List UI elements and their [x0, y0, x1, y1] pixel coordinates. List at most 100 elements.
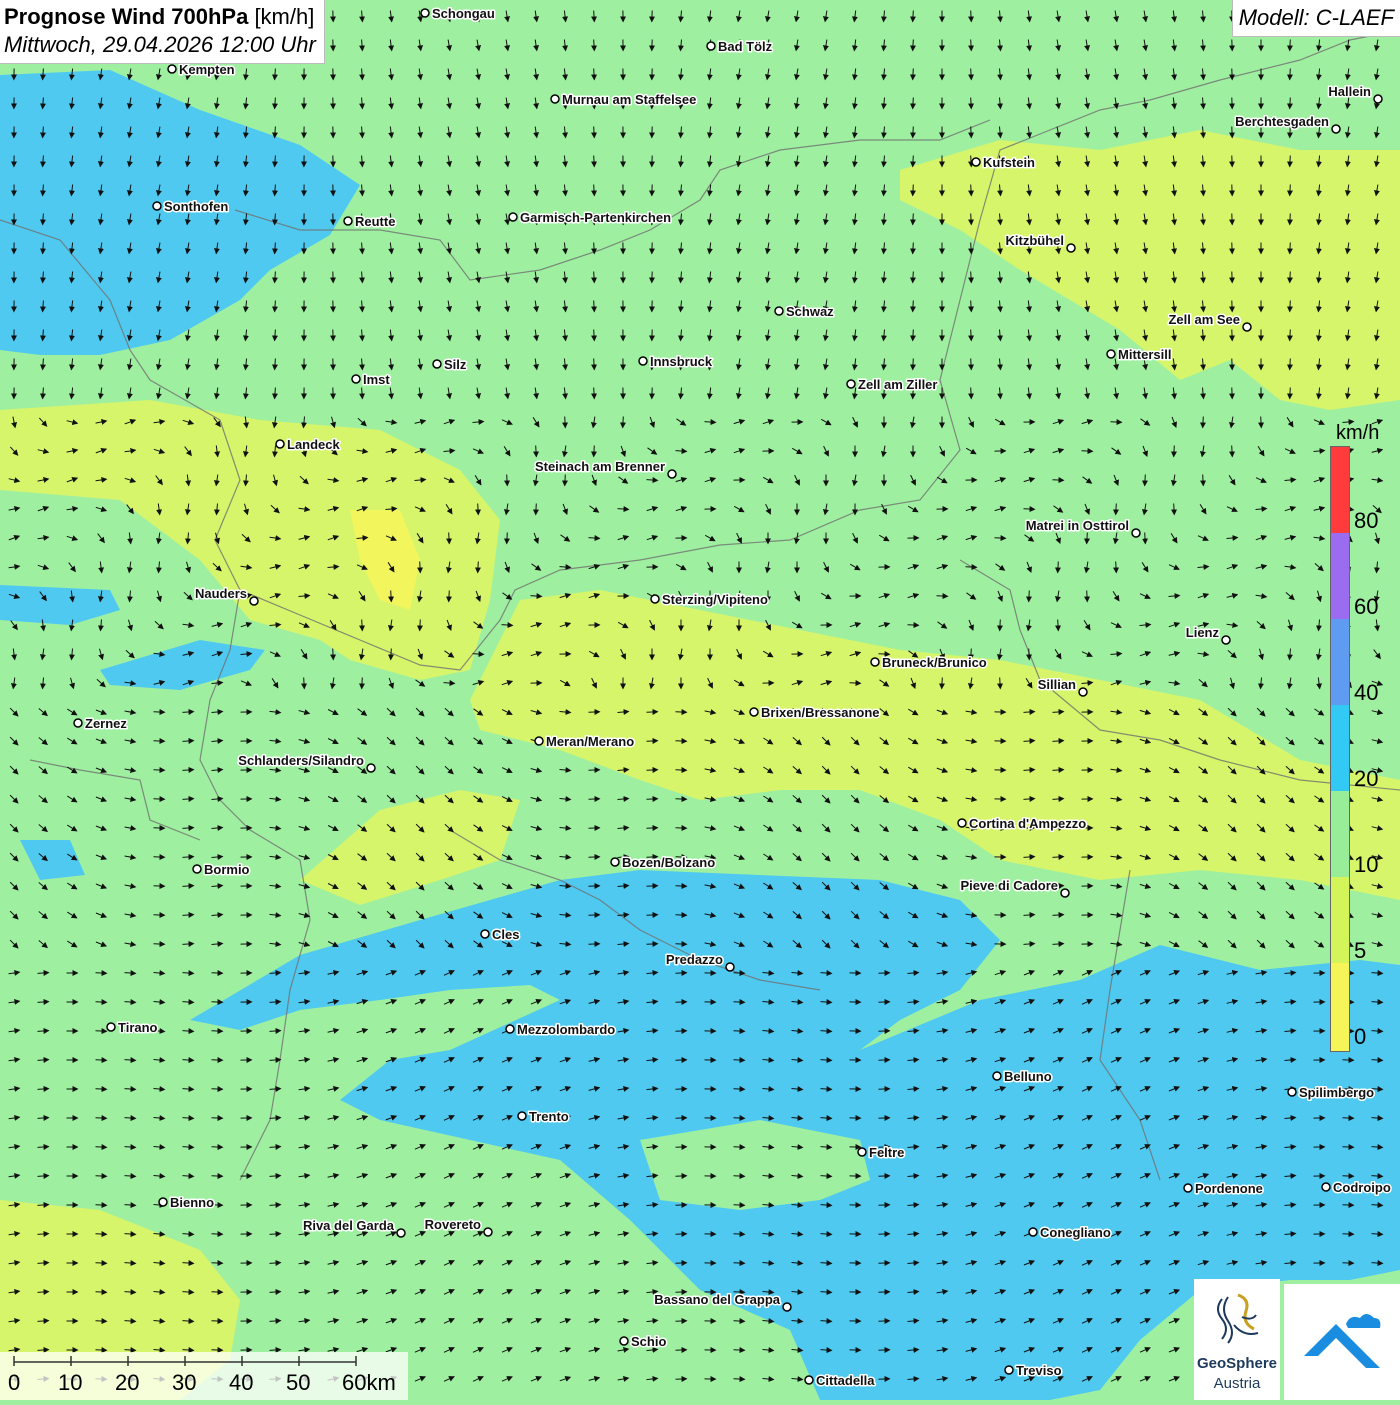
map-title: Prognose Wind 700hPa [km/h]	[4, 3, 316, 31]
legend-label-5: 5	[1354, 938, 1366, 964]
wind-arrow	[647, 944, 658, 945]
city-dot	[620, 1337, 628, 1345]
wind-arrow	[734, 1321, 745, 1322]
wind-arrow	[1174, 504, 1175, 515]
wind-arrow	[362, 678, 363, 689]
wind-arrow	[971, 98, 972, 109]
city-dot	[107, 1023, 115, 1031]
legend-label-0: 0	[1354, 1024, 1366, 1050]
wind-arrow	[96, 973, 107, 974]
city-label: Riva del Garda	[303, 1218, 395, 1233]
wind-arrow	[594, 11, 595, 22]
city-marker: Codroipo	[1322, 1180, 1391, 1195]
city-dot	[518, 1112, 526, 1120]
wind-arrow	[1029, 591, 1030, 602]
wind-arrow	[1116, 562, 1117, 573]
wind-arrow	[913, 359, 914, 370]
wind-arrow	[1145, 533, 1146, 544]
wind-arrow	[971, 388, 972, 399]
wind-arrow	[734, 1263, 745, 1264]
wind-arrow	[971, 127, 972, 138]
city-label: Hallein	[1328, 84, 1371, 99]
wind-arrow	[971, 214, 972, 225]
wind-arrow	[536, 504, 537, 515]
wind-arrow	[995, 538, 1006, 539]
wind-arrow	[96, 1089, 107, 1090]
wind-arrow	[647, 828, 658, 829]
city-dot	[159, 1198, 167, 1206]
city-label: Bozen/Bolzano	[622, 855, 715, 870]
wind-arrow	[647, 799, 658, 800]
city-dot	[344, 217, 352, 225]
city-label: Landeck	[287, 437, 341, 452]
wind-arrow	[96, 1263, 107, 1264]
legend-segment-80	[1331, 447, 1349, 533]
wind-arrow	[449, 591, 450, 602]
city-dot	[509, 213, 517, 221]
city-label: Kitzbühel	[1006, 233, 1065, 248]
wind-arrow	[594, 185, 595, 196]
wind-arrow	[913, 330, 914, 341]
legend-segment-40	[1331, 619, 1349, 705]
wind-arrow	[1087, 591, 1088, 602]
wind-arrow	[594, 156, 595, 167]
legend-label-80: 80	[1354, 508, 1378, 534]
app-logo[interactable]	[1284, 1284, 1400, 1400]
wind-arrow	[913, 11, 914, 22]
wind-arrow	[565, 417, 566, 428]
city-dot	[551, 95, 559, 103]
city-marker: Schongau	[421, 6, 495, 21]
city-label: Codroipo	[1333, 1180, 1391, 1195]
wind-arrow	[594, 40, 595, 51]
geosphere-logo[interactable]: GeoSphere Austria	[1194, 1279, 1280, 1400]
wind-arrow	[1024, 509, 1035, 510]
legend-unit: km/h	[1336, 422, 1379, 445]
wind-arrow	[647, 886, 658, 887]
wind-arrow	[1053, 480, 1064, 481]
wind-arrow	[1290, 185, 1291, 196]
city-dot	[993, 1072, 1001, 1080]
legend-label-20: 20	[1354, 766, 1378, 792]
app-logo-icon	[1284, 1284, 1400, 1400]
color-legend: km/h 80 60 40 20 10 5 0	[1326, 420, 1400, 1060]
city-marker: Garmisch-Partenkirchen	[509, 210, 671, 225]
city-marker: Sterzing/Vipiteno	[651, 592, 768, 607]
city-label: Mezzolombardo	[517, 1022, 615, 1037]
wind-arrow	[594, 359, 595, 370]
wind-arrow	[647, 770, 658, 771]
wind-arrow	[734, 973, 745, 974]
wind-arrow	[971, 69, 972, 80]
wind-arrow	[971, 272, 972, 283]
wind-arrow	[96, 1205, 107, 1206]
wind-arrow	[96, 1176, 107, 1177]
wind-arrow	[1058, 620, 1059, 631]
city-label: Bassano del Grappa	[654, 1292, 780, 1307]
city-dot	[1322, 1183, 1330, 1191]
city-label: Bormio	[204, 862, 250, 877]
city-label: Schlanders/Silandro	[238, 753, 364, 768]
wind-arrow	[971, 243, 972, 254]
wind-arrow	[507, 533, 508, 544]
scale-label-10: 10	[58, 1370, 82, 1396]
city-marker: Cortina d'Ampezzo	[958, 816, 1086, 831]
wind-arrow	[1203, 417, 1204, 428]
wind-arrow	[96, 1002, 107, 1003]
model-label: Modell: C-LAEF	[1232, 0, 1400, 37]
scale-label-20: 20	[115, 1370, 139, 1396]
city-label: Schongau	[432, 6, 495, 21]
wind-arrow	[1290, 243, 1291, 254]
legend-segment-20	[1331, 705, 1349, 791]
city-dot	[707, 42, 715, 50]
wind-arrow	[420, 620, 421, 631]
wind-arrow	[478, 504, 479, 515]
city-dot	[750, 708, 758, 716]
city-label: Garmisch-Partenkirchen	[520, 210, 671, 225]
city-dot	[1029, 1228, 1037, 1236]
city-dot	[153, 202, 161, 210]
city-dot	[367, 764, 375, 772]
city-dot	[1132, 529, 1140, 537]
city-dot	[858, 1148, 866, 1156]
wind-arrow	[913, 185, 914, 196]
wind-arrow	[1145, 475, 1146, 486]
city-label: Kempten	[179, 62, 235, 77]
